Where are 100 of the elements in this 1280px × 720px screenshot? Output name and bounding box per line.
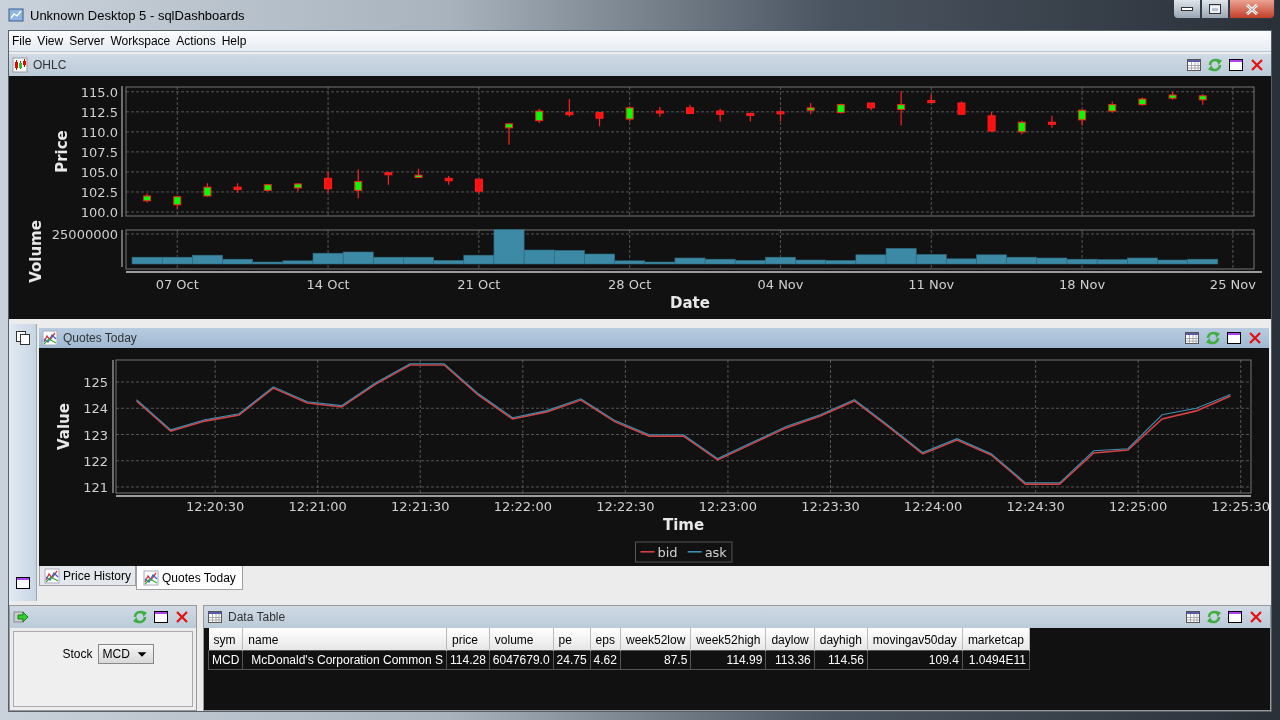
menu-item[interactable]: File [9,34,35,48]
axis-tick-label: 28 Oct [608,277,652,292]
axis-tick-label: 11 Nov [908,277,955,292]
candlestick [1168,91,1177,101]
column-header[interactable]: week52high [690,628,766,651]
close-icon[interactable] [174,609,190,625]
chart-icon [143,569,159,586]
axis-tick-label: 07 Oct [155,277,199,292]
candlestick [293,182,302,192]
axis-tick-label: 04 Nov [757,277,804,292]
column-header[interactable]: price [446,628,490,651]
candlestick [776,109,785,123]
axis-tick-label: 123 [83,427,108,443]
close-icon[interactable] [1247,330,1263,346]
column-header[interactable]: name [242,628,447,651]
candlestick [655,106,664,118]
table-cell: 114.28 [446,650,490,670]
table-cell: 114.99 [690,650,766,670]
close-icon[interactable] [1249,57,1265,73]
axis-title: Time [662,516,705,534]
arrow-icon[interactable] [13,609,29,625]
candlestick-icon [12,57,28,73]
axis-tick-label: 105.0 [80,164,118,180]
tab[interactable]: Price History [39,566,136,586]
axis-tick-label: 122 [83,453,108,469]
table-cell: 114.56 [814,650,868,670]
table-cell: 4.62 [590,650,621,670]
maximize-icon[interactable] [14,575,31,591]
column-header[interactable]: movingav50day [867,628,963,651]
axis-tick-label: 12:23:30 [801,499,860,514]
y-axis [121,229,123,268]
stock-dropdown[interactable]: MCD [97,644,154,664]
menu-item[interactable]: Workspace [107,34,174,48]
maximize-icon [1209,4,1221,14]
axis-tick-label: 12:20:30 [185,499,245,514]
axis-tick-label: 12:24:00 [903,499,963,514]
candlestick [1017,120,1026,135]
axis-tick-label: 21 Oct [457,277,501,292]
candlestick [474,178,483,195]
field-label: Stock [62,646,93,663]
column-header[interactable]: volume [489,628,554,651]
axis-tick-label: 12:25:30 [1211,499,1269,514]
table-icon[interactable] [1184,330,1200,346]
candlestick [806,102,815,115]
close-button[interactable] [1229,0,1275,19]
axis-tick-label: 107.5 [80,144,118,160]
axis-tick-label: 121 [83,479,108,495]
column-header[interactable]: marketcap [962,628,1030,651]
column-header[interactable]: eps [590,628,621,651]
table-cell: McDonald's Corporation Common S [242,650,447,670]
candlestick [414,168,423,179]
candlestick [565,98,574,118]
minimize-button[interactable] [1173,0,1201,19]
app-icon [8,7,24,23]
axis-title: Volume [27,220,45,283]
column-header[interactable]: dayhigh [814,628,868,651]
axis-title: Date [670,294,710,312]
candlestick [686,104,694,115]
maximize-icon[interactable] [153,609,169,625]
maximize-icon[interactable] [1228,57,1244,73]
legend-label: ask [704,545,727,560]
close-icon[interactable] [1248,609,1264,625]
candlestick [897,90,906,127]
tab[interactable]: Quotes Today [136,566,243,590]
candlestick [444,175,453,186]
menu-item[interactable]: View [34,34,67,48]
table-cell: 109.4 [867,650,963,670]
candlestick [384,171,393,186]
menu-item[interactable]: Server [66,34,108,48]
column-header[interactable]: sym [208,628,243,651]
candlestick [866,102,875,111]
table-cell: MCD [208,650,243,670]
maximize-icon[interactable] [1227,609,1243,625]
candlestick [535,108,544,124]
copy-icon[interactable] [14,330,31,346]
maximize-button[interactable] [1201,0,1229,19]
column-header[interactable]: week52low [620,628,691,651]
axis-tick-label: 115.0 [80,84,118,100]
axis-tick-label: 12:22:30 [596,499,655,514]
maximize-icon[interactable] [1226,330,1242,346]
table-cell: 24.75 [553,650,591,670]
column-header[interactable]: pe [553,628,591,651]
axis-tick-label: 12:24:30 [1006,499,1065,514]
table-icon[interactable] [1186,57,1202,73]
candlestick [987,111,996,133]
table-icon[interactable] [1185,609,1201,625]
column-header[interactable]: daylow [765,628,815,651]
axis-tick-label: 102.5 [80,184,118,200]
candlestick [746,112,755,123]
menu-item[interactable]: Help [218,34,250,48]
candlestick [836,103,845,115]
candlestick [1138,96,1147,107]
table-icon [207,609,223,625]
axis-tick-label: 12:25:00 [1109,499,1168,514]
menu-item[interactable]: Actions [173,34,219,48]
candlestick [957,100,966,115]
candlestick [625,105,634,123]
chart-icon [42,330,58,346]
minimize-icon [1181,6,1193,12]
axis-tick-label: 112.5 [80,104,118,120]
